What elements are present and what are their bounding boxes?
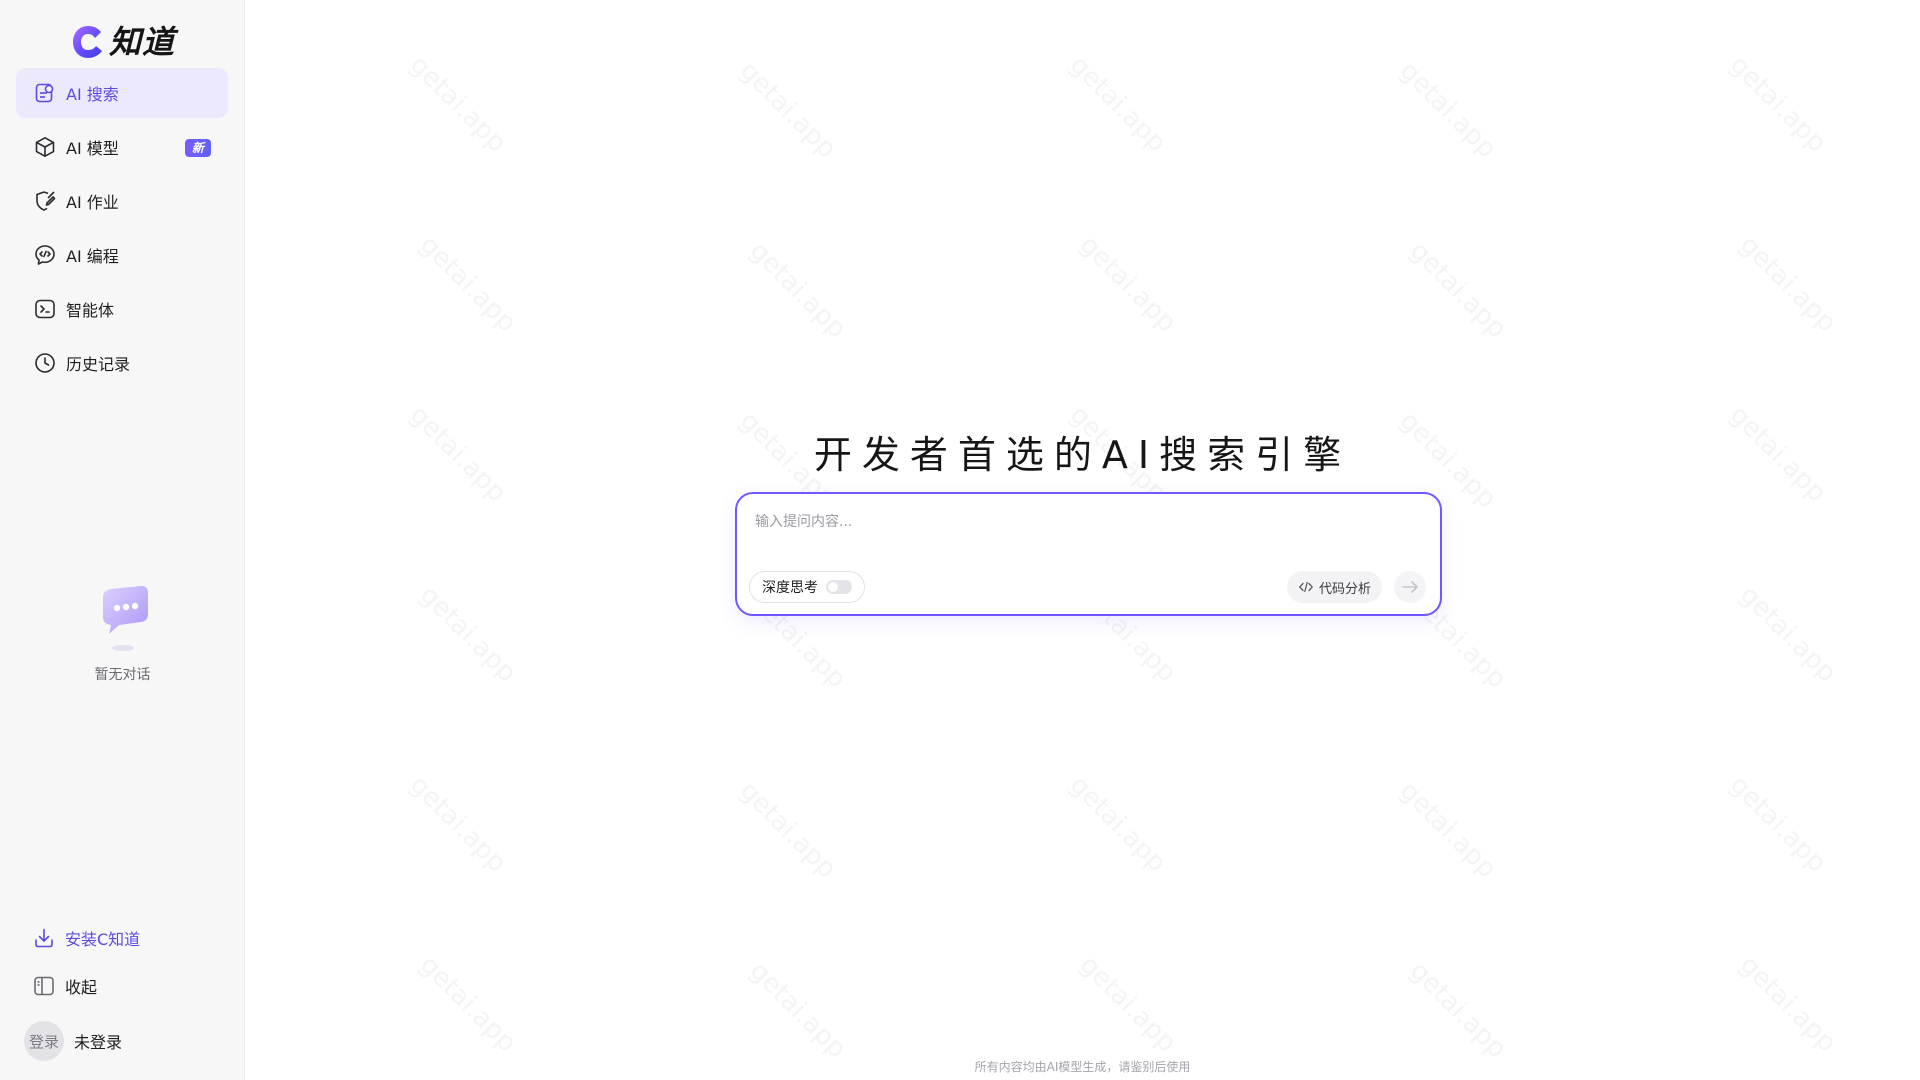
logo-text: 知道 bbox=[109, 23, 176, 61]
search-input[interactable] bbox=[755, 510, 1415, 534]
watermark-text: getai.app bbox=[1724, 50, 1832, 158]
sidebar-nav: AI 搜索 AI 模型 新 AI 作业 AI 编程 智能体 历史记录 bbox=[16, 68, 228, 392]
watermark-text: getai.app bbox=[1064, 50, 1172, 158]
sidebar-item-label: AI 编程 bbox=[66, 247, 119, 266]
deep-think-label: 深度思考 bbox=[762, 580, 818, 596]
watermark-text: getai.app bbox=[734, 776, 842, 884]
chat-bubble-illustration-icon bbox=[102, 585, 148, 651]
watermark-text: getai.app bbox=[414, 580, 522, 688]
sidebar-item-ai-model[interactable]: AI 模型 新 bbox=[16, 122, 228, 172]
deep-think-switch[interactable] bbox=[826, 580, 852, 594]
watermark-text: getai.app bbox=[404, 50, 512, 158]
watermark-text: getai.app bbox=[414, 230, 522, 338]
watermark-text: getai.app bbox=[1074, 230, 1182, 338]
install-label: 安装C知道 bbox=[65, 930, 141, 949]
watermark-text: getai.app bbox=[1734, 950, 1842, 1058]
watermark-text: getai.app bbox=[1724, 770, 1832, 878]
code-icon bbox=[1298, 579, 1314, 595]
disclaimer-footer: 所有内容均由AI模型生成，请鉴别后使用 bbox=[974, 1060, 1191, 1074]
sidebar-item-label: 历史记录 bbox=[66, 355, 131, 374]
search-box: 深度思考 代码分析 bbox=[735, 492, 1442, 616]
collapse-sidebar-button[interactable]: 收起 bbox=[32, 974, 97, 998]
install-app-button[interactable]: 安装C知道 bbox=[32, 926, 140, 950]
logo-mark-icon bbox=[73, 26, 102, 58]
page-title: 开发者首选的AI搜索引擎 bbox=[813, 433, 1352, 477]
sidebar-item-ai-homework[interactable]: AI 作业 bbox=[16, 176, 228, 226]
watermark-text: getai.app bbox=[1404, 236, 1512, 344]
watermark-text: getai.app bbox=[744, 956, 852, 1064]
cube-icon bbox=[33, 135, 57, 159]
sidebar-item-label: AI 模型 bbox=[66, 139, 119, 158]
watermark-text: getai.app bbox=[414, 950, 522, 1058]
sidebar-panel-icon bbox=[32, 974, 56, 998]
sidebar-item-label: 智能体 bbox=[66, 301, 115, 320]
watermark-text: getai.app bbox=[1074, 950, 1182, 1058]
watermark-text: getai.app bbox=[744, 236, 852, 344]
user-name: 未登录 bbox=[74, 1033, 123, 1052]
deep-think-toggle-button[interactable]: 深度思考 bbox=[749, 571, 865, 603]
app-root: 知道 AI 搜索 AI 模型 新 AI 作业 AI 编程 智能体 历史记录 暂无… bbox=[0, 0, 1920, 1080]
watermark-text: getai.app bbox=[734, 56, 842, 164]
empty-text: 暂无对话 bbox=[94, 667, 151, 683]
logo[interactable]: 知道 bbox=[71, 20, 175, 64]
clock-icon bbox=[33, 351, 57, 375]
sidebar-item-history[interactable]: 历史记录 bbox=[16, 338, 228, 388]
new-badge: 新 bbox=[184, 139, 211, 157]
search-doc-icon bbox=[33, 81, 57, 105]
code-analysis-label: 代码分析 bbox=[1319, 581, 1372, 597]
watermark-text: getai.app bbox=[1394, 56, 1502, 164]
main-content: getai.app getai.app getai.app getai.app geta… bbox=[245, 0, 1920, 1080]
empty-conversations: 暂无对话 bbox=[0, 580, 245, 684]
code-chat-icon bbox=[33, 243, 57, 267]
watermark-text: getai.app bbox=[1734, 580, 1842, 688]
sidebar: 知道 AI 搜索 AI 模型 新 AI 作业 AI 编程 智能体 历史记录 暂无… bbox=[0, 0, 245, 1080]
shield-pen-icon bbox=[33, 189, 57, 213]
collapse-label: 收起 bbox=[65, 978, 98, 997]
sidebar-item-label: AI 作业 bbox=[66, 193, 119, 212]
code-analysis-button[interactable]: 代码分析 bbox=[1287, 571, 1383, 603]
watermark-text: getai.app bbox=[1064, 770, 1172, 878]
download-icon bbox=[32, 926, 56, 950]
sidebar-item-label: AI 搜索 bbox=[66, 85, 119, 104]
sidebar-item-agents[interactable]: 智能体 bbox=[16, 284, 228, 334]
terminal-icon bbox=[33, 297, 57, 321]
watermark-text: getai.app bbox=[1404, 956, 1512, 1064]
sidebar-item-ai-coding[interactable]: AI 编程 bbox=[16, 230, 228, 280]
watermark-text: getai.app bbox=[1394, 776, 1502, 884]
avatar[interactable]: 登录 bbox=[24, 1021, 64, 1061]
user-login[interactable]: 登录 未登录 bbox=[24, 1021, 122, 1061]
watermark-text: getai.app bbox=[404, 770, 512, 878]
send-button[interactable] bbox=[1394, 571, 1426, 603]
arrow-right-icon bbox=[1402, 581, 1418, 593]
watermark-text: getai.app bbox=[1734, 230, 1842, 338]
sidebar-item-ai-search[interactable]: AI 搜索 bbox=[16, 68, 228, 118]
